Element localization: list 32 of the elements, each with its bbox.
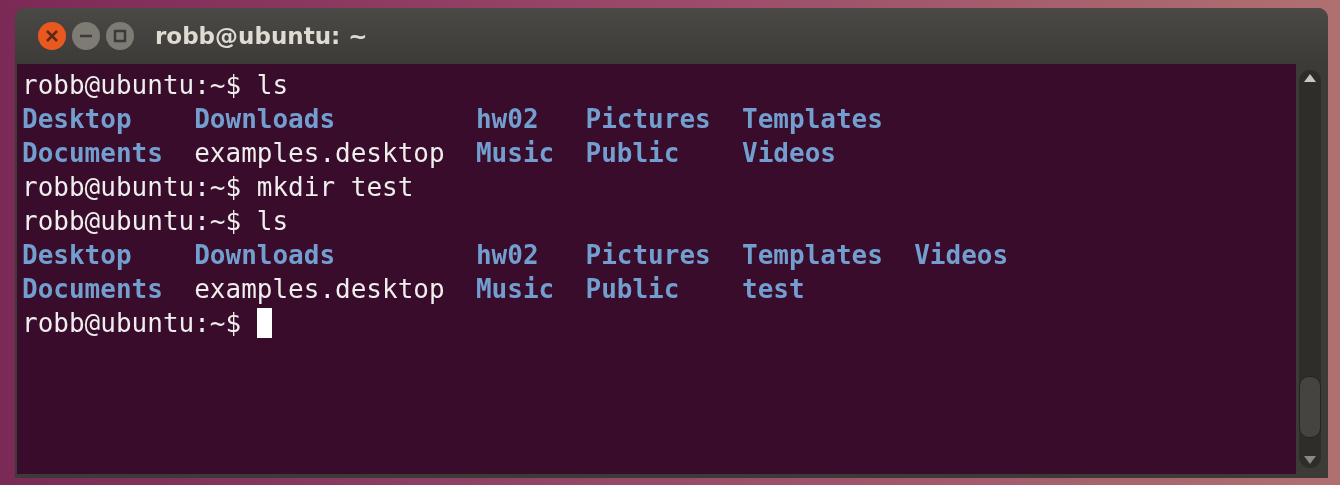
- scroll-thumb[interactable]: [1299, 376, 1321, 438]
- file-name: examples.desktop: [194, 137, 446, 170]
- directory-name: Pictures: [585, 103, 712, 136]
- directory-name: Templates: [742, 239, 884, 272]
- directory-name: Desktop: [22, 103, 133, 136]
- command-line: robb@ubuntu:~$ ls: [22, 205, 289, 238]
- directory-name: Downloads: [194, 103, 337, 136]
- directory-name: Public: [585, 273, 681, 306]
- minimize-icon[interactable]: [71, 21, 101, 51]
- scroll-down-icon[interactable]: [1304, 456, 1316, 464]
- directory-name: test: [742, 273, 806, 306]
- directory-name: Templates: [742, 103, 884, 136]
- directory-name: Documents: [22, 273, 164, 306]
- directory-name: hw02: [475, 239, 540, 272]
- directory-name: Music: [475, 273, 556, 306]
- directory-name: Public: [585, 137, 681, 170]
- shell-prompt: robb@ubuntu:~$: [22, 307, 242, 340]
- directory-name: Downloads: [194, 239, 337, 272]
- directory-name: Music: [475, 137, 556, 170]
- directory-name: Pictures: [585, 239, 712, 272]
- directory-name: hw02: [475, 103, 540, 136]
- command-line: robb@ubuntu:~$ mkdir test: [22, 171, 414, 204]
- close-icon[interactable]: [37, 21, 67, 51]
- window-title: robb@ubuntu: ~: [155, 23, 368, 49]
- directory-name: Desktop: [22, 239, 133, 272]
- maximize-icon[interactable]: [105, 21, 135, 51]
- directory-name: Documents: [22, 137, 164, 170]
- file-name: examples.desktop: [194, 273, 446, 306]
- directory-name: Videos: [742, 137, 837, 170]
- directory-name: Videos: [914, 239, 1010, 272]
- command-line: robb@ubuntu:~$ ls: [22, 69, 289, 102]
- scroll-up-icon[interactable]: [1304, 74, 1316, 82]
